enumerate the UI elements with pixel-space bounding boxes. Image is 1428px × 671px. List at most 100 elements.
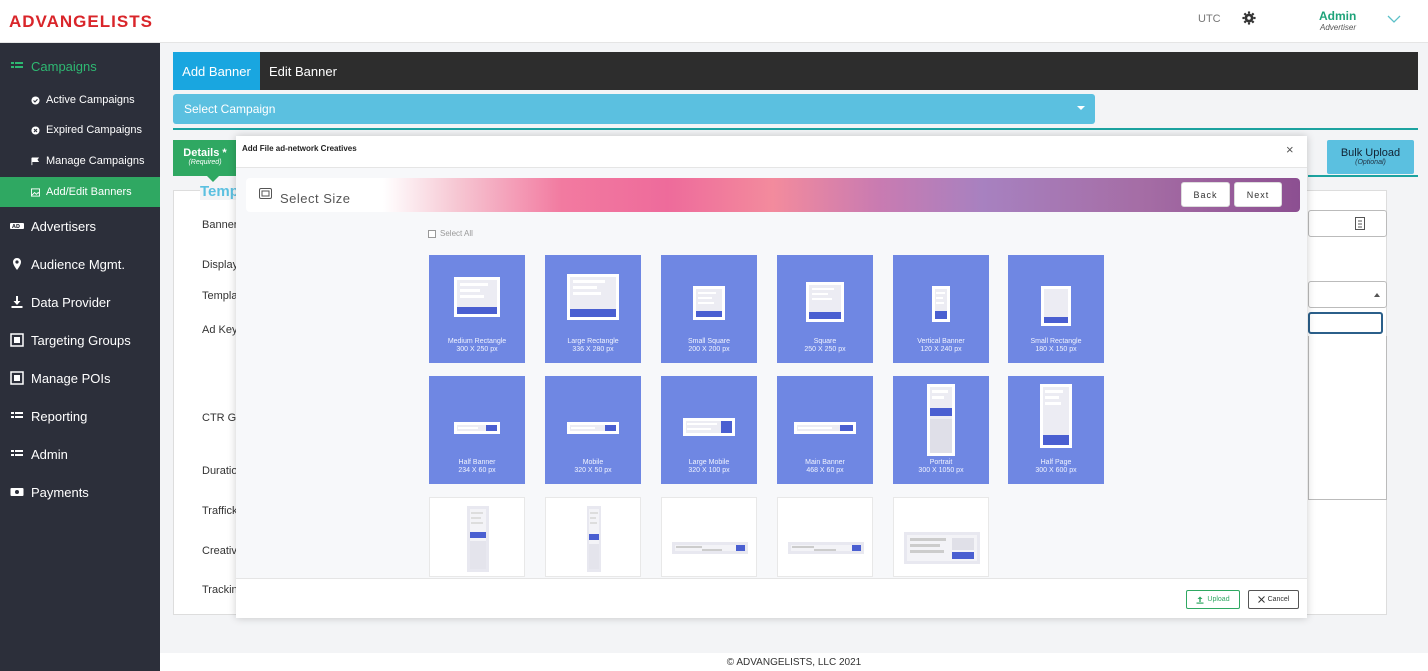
app-logo[interactable]: ADVANGELISTS [9, 12, 153, 32]
tab-details[interactable]: Details * (Required) [173, 140, 237, 182]
bulk-upload-label: Bulk Upload [1340, 147, 1401, 159]
close-icon[interactable]: × [1286, 142, 1294, 157]
ad-preview-icon [587, 506, 601, 572]
next-button[interactable]: Next [1234, 182, 1282, 207]
page-footer: © ADVANGELISTS, LLC 2021 [160, 653, 1428, 671]
size-card-small-rectangle[interactable]: Small Rectangle 180 X 150 px [1008, 255, 1104, 363]
caret-up-icon [1374, 293, 1380, 297]
tab-add-banner[interactable]: Add Banner [173, 52, 260, 90]
sidebar-sub-label: Manage Campaigns [46, 155, 145, 167]
banner-tabs: Add Banner Edit Banner [173, 52, 1418, 90]
ad-preview-icon [904, 532, 980, 564]
modal-title: Add File ad-network Creatives [242, 144, 357, 153]
file-input[interactable] [1308, 210, 1387, 237]
size-card-square[interactable]: Square 250 X 250 px [777, 255, 873, 363]
ad-keywords-list[interactable] [1308, 336, 1387, 500]
size-dims: 120 X 240 px [920, 346, 962, 353]
image-icon [31, 187, 40, 197]
size-card[interactable] [893, 497, 989, 577]
tab-bulk-upload[interactable]: Bulk Upload (Optional) [1327, 140, 1414, 174]
sidebar-sub-manage-campaigns[interactable]: Manage Campaigns [0, 146, 160, 176]
size-card-half-banner[interactable]: Half Banner 234 X 60 px [429, 376, 525, 484]
ad-preview-icon [672, 542, 748, 554]
sidebar-sub-expired-campaigns[interactable]: Expired Campaigns [0, 115, 160, 145]
cancel-label: Cancel [1267, 596, 1290, 603]
details-tab-sublabel: (Required) [188, 159, 222, 166]
size-card[interactable] [429, 497, 525, 577]
list-icon [11, 450, 23, 456]
sidebar-item-label: Admin [31, 446, 68, 462]
image-icon [259, 188, 272, 199]
size-card-main-banner[interactable]: Main Banner 468 X 60 px [777, 376, 873, 484]
sidebar-item-data-provider[interactable]: Data Provider [0, 287, 160, 317]
size-card-vertical-banner[interactable]: Vertical Banner 120 X 240 px [893, 255, 989, 363]
sidebar-item-label: Reporting [31, 408, 88, 424]
size-card-large-mobile[interactable]: Large Mobile 320 X 100 px [661, 376, 757, 484]
size-dims: 200 X 200 px [688, 346, 730, 353]
sidebar-sub-label: Active Campaigns [46, 94, 135, 106]
sidebar-item-manage-pois[interactable]: Manage POIs [0, 363, 160, 393]
form-label: Creativ [202, 545, 237, 557]
caret-down-icon [1077, 106, 1085, 110]
size-dims: 336 X 280 px [572, 346, 614, 353]
sidebar-item-targeting-groups[interactable]: Targeting Groups [0, 325, 160, 355]
check-circle-icon [31, 95, 40, 105]
list-icon [11, 62, 23, 68]
size-card[interactable] [545, 497, 641, 577]
ad-preview-icon [932, 286, 950, 322]
size-card-half-page[interactable]: Half Page 300 X 600 px [1008, 376, 1104, 484]
svg-text:AD: AD [12, 224, 20, 230]
sidebar-item-audience-mgmt[interactable]: Audience Mgmt. [0, 249, 160, 279]
size-card-large-rectangle[interactable]: Large Rectangle 336 X 280 px [545, 255, 641, 363]
creatives-modal: Add File ad-network Creatives × Select S… [236, 136, 1307, 618]
sidebar-item-reporting[interactable]: Reporting [0, 401, 160, 431]
ad-preview-icon [788, 542, 864, 554]
size-dims: 300 X 600 px [1035, 467, 1077, 474]
ad-preview-icon [693, 286, 725, 320]
sidebar-item-payments[interactable]: Payments [0, 477, 160, 507]
user-name[interactable]: Admin [1319, 9, 1356, 23]
template-select[interactable] [1308, 281, 1387, 308]
back-button[interactable]: Back [1181, 182, 1230, 207]
size-card[interactable] [661, 497, 757, 577]
sidebar-sub-add-edit-banners[interactable]: Add/Edit Banners [0, 177, 160, 207]
size-card-small-square[interactable]: Small Square 200 X 200 px [661, 255, 757, 363]
cancel-button[interactable]: Cancel [1248, 590, 1299, 609]
size-dims: 300 X 250 px [456, 346, 498, 353]
size-dims: 320 X 100 px [688, 467, 730, 474]
ad-preview-icon [806, 282, 844, 322]
map-pin-icon [13, 258, 21, 270]
size-card[interactable] [777, 497, 873, 577]
timezone-label[interactable]: UTC [1198, 13, 1221, 25]
select-campaign-dropdown[interactable]: Select Campaign [173, 94, 1095, 124]
file-icon [1355, 217, 1365, 230]
divider [173, 128, 1418, 130]
form-label: Ad Key [202, 324, 238, 336]
sidebar-item-label: Campaigns [31, 58, 97, 74]
modal-header: Add File ad-network Creatives × [236, 136, 1307, 168]
gear-icon[interactable] [1242, 11, 1256, 25]
chevron-down-icon[interactable] [1387, 14, 1401, 24]
sidebar-sub-active-campaigns[interactable]: Active Campaigns [0, 85, 160, 115]
checkbox[interactable] [428, 229, 436, 238]
ad-keywords-input[interactable] [1308, 312, 1383, 334]
sidebar-item-campaigns[interactable]: Campaigns [0, 51, 160, 81]
sidebar-item-admin[interactable]: Admin [0, 439, 160, 469]
size-card-medium-rectangle[interactable]: Medium Rectangle 300 X 250 px [429, 255, 525, 363]
tab-edit-banner[interactable]: Edit Banner [269, 52, 337, 90]
bulk-upload-sublabel: (Optional) [1355, 159, 1386, 166]
sidebar-item-advertisers[interactable]: AD Advertisers [0, 211, 160, 241]
size-card-portrait[interactable]: Portrait 300 X 1050 px [893, 376, 989, 484]
upload-button[interactable]: Upload [1186, 590, 1240, 609]
ad-icon: AD [10, 223, 24, 230]
select-size-label: Select Size [280, 191, 351, 206]
size-dims: 300 X 1050 px [918, 467, 964, 474]
size-card-mobile[interactable]: Mobile 320 X 50 px [545, 376, 641, 484]
close-icon [1257, 596, 1265, 603]
ad-preview-icon [794, 422, 856, 434]
select-all-checkbox[interactable]: Select All [428, 229, 473, 238]
money-icon [10, 488, 24, 496]
ad-preview-icon [927, 384, 955, 456]
download-icon [11, 296, 23, 308]
ad-preview-icon [467, 506, 489, 572]
